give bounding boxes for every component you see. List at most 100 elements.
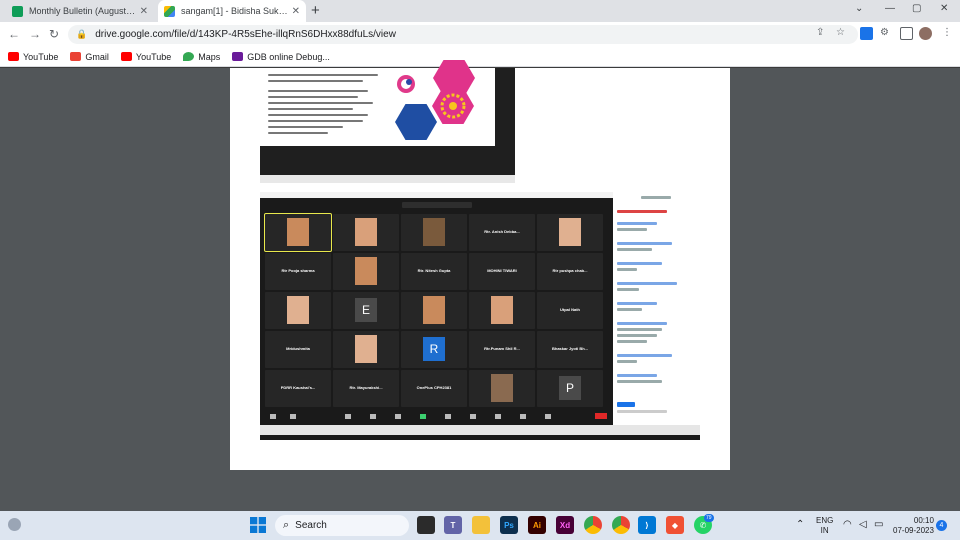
participant-name: Utpal Nath [560, 307, 580, 312]
bookmark-gmail[interactable]: Gmail [70, 52, 109, 62]
weather-icon[interactable] [8, 518, 21, 531]
participant-name: PDRR Kaushal's... [280, 385, 316, 390]
gdb-icon [232, 52, 244, 61]
language-indicator[interactable]: ENG IN [816, 516, 833, 536]
language-label: ENG [816, 516, 834, 525]
bookmark-youtube-2[interactable]: YouTube [120, 51, 172, 62]
reload-icon[interactable]: ↻ [49, 27, 59, 41]
embedded-screenshot-zoom-meeting: Rtr. Anish Debba... Rtr Pooja sharma Rtr. … [260, 192, 700, 440]
menu-icon[interactable]: ⋮ [942, 27, 952, 38]
close-window-icon[interactable]: ✕ [940, 3, 948, 14]
extension-icon[interactable] [860, 27, 873, 40]
participant-grid: Rtr. Anish Debba... Rtr Pooja sharma Rtr. … [264, 213, 609, 410]
volume-icon[interactable]: ◁ [859, 519, 867, 530]
back-icon[interactable]: ← [8, 27, 20, 41]
drive-icon [164, 5, 175, 17]
participant-tile [333, 331, 399, 368]
file-explorer-icon[interactable] [472, 516, 490, 534]
bookmark-star-icon[interactable]: ☆ [836, 27, 845, 38]
chrome-icon[interactable] [584, 516, 602, 534]
recording-banner [402, 202, 472, 208]
tab-monthly-bulletin[interactable]: Monthly Bulletin (August) (Respo ✕ [6, 0, 154, 22]
vscode-icon[interactable]: ⟩ [638, 516, 656, 534]
clock-date: 07-09-2023 [893, 526, 934, 535]
bookmark-maps[interactable]: Maps [183, 52, 220, 62]
bookmark-label: YouTube [23, 51, 59, 62]
participant-tile [265, 292, 331, 329]
blue-hexagon-icon [395, 104, 437, 140]
participant-name: Rtr.Punam Shil R... [484, 346, 520, 351]
participant-tile: Rtr. Mayurakshi... [333, 370, 399, 407]
participant-name: Rtr. Anish Debba... [484, 229, 520, 234]
avatar[interactable] [919, 27, 932, 40]
side-panel-icon[interactable] [900, 27, 913, 40]
youtube-icon [8, 52, 19, 61]
participant-video [423, 296, 445, 324]
clock-time: 00:10 [913, 516, 934, 525]
tab-sangam-doc[interactable]: sangam[1] - Bidisha Sukai.docx - ✕ [158, 0, 306, 22]
bookmark-gdb[interactable]: GDB online Debug... [232, 52, 330, 62]
document-page: Rtr. Anish Debba... Rtr Pooja sharma Rtr. … [230, 60, 730, 470]
participant-tile [333, 253, 399, 290]
participant-tile: Rtr Pooja sharma [265, 253, 331, 290]
battery-icon[interactable]: ▭ [874, 519, 883, 530]
share-icon[interactable]: ⇪ [816, 27, 824, 38]
participant-video [559, 218, 581, 246]
participant-tile [401, 292, 467, 329]
participant-name: Rtr Pooja sharma [281, 268, 315, 273]
new-tab-icon[interactable]: + [311, 2, 320, 19]
minimize-icon[interactable]: — [885, 3, 895, 14]
participant-video [355, 218, 377, 246]
adobe-xd-icon[interactable]: Xd [556, 516, 574, 534]
whatsapp-badge: 79 [704, 514, 714, 522]
forward-icon[interactable]: → [29, 27, 41, 41]
illustrator-icon[interactable]: Ai [528, 516, 546, 534]
taskbar-preview [260, 175, 515, 183]
participant-tile: E [333, 292, 399, 329]
bookmark-label: Gmail [85, 51, 109, 62]
bookmark-label: GDB online Debug... [247, 51, 330, 62]
git-icon[interactable]: ◆ [666, 516, 684, 534]
bookmark-label: Maps [198, 51, 221, 62]
maximize-icon[interactable]: ▢ [912, 3, 921, 14]
participant-video [423, 218, 445, 246]
participant-tile: OnePlus CPH2381 [401, 370, 467, 407]
embedded-screenshot-document [260, 60, 515, 183]
tab-search-icon[interactable]: ⌄ [855, 3, 863, 14]
participant-tile: P [537, 370, 603, 407]
chrome-profile-icon[interactable] [612, 516, 630, 534]
browser-toolbar: ← → ↻ 🔒 drive.google.com/file/d/143KP-4R… [0, 22, 960, 47]
notification-badge[interactable]: 4 [936, 520, 947, 531]
participant-name: OnePlus CPH2381 [416, 385, 452, 390]
participant-video [287, 296, 309, 324]
clock[interactable]: 00:10 07-09-2023 [893, 516, 934, 536]
participant-video [491, 374, 513, 402]
lock-icon[interactable]: 🔒 [76, 29, 87, 40]
participant-avatar: P [559, 376, 581, 400]
maps-icon [183, 52, 195, 61]
document-viewer[interactable]: Rtr. Anish Debba... Rtr Pooja sharma Rtr. … [0, 60, 960, 511]
participant-tile: Rtr. Anish Debba... [469, 214, 535, 251]
close-icon[interactable]: ✕ [140, 6, 148, 17]
windows-taskbar: ⌕ Search T Ps Ai Xd ⟩ ◆ ✆ 79 ⌃ ENG IN ◠ … [0, 511, 960, 540]
bookmark-label: YouTube [135, 51, 172, 62]
participant-tile: PDRR Kaushal's... [265, 370, 331, 407]
windows-start-icon[interactable] [250, 517, 266, 533]
address-bar[interactable]: 🔒 drive.google.com/file/d/143KP-4R5sEhe-… [68, 25, 858, 44]
close-icon[interactable]: ✕ [292, 6, 300, 17]
wifi-icon[interactable]: ◠ [843, 519, 852, 530]
taskbar-search[interactable]: ⌕ Search [275, 515, 409, 536]
bookmark-youtube[interactable]: YouTube [8, 52, 58, 62]
participant-name: Bhaskar Jyoti Bh... [551, 346, 588, 351]
puzzle-icon[interactable]: ⚙ [880, 27, 889, 38]
participant-name: Rtr. Nitesh Gupta [417, 268, 451, 273]
rotary-logo-icon [390, 70, 422, 100]
photoshop-icon[interactable]: Ps [500, 516, 518, 534]
chevron-up-icon[interactable]: ⌃ [796, 519, 804, 530]
participant-tile [401, 214, 467, 251]
teams-icon[interactable]: T [444, 516, 462, 534]
task-view-icon[interactable] [417, 516, 435, 534]
participant-avatar: E [355, 298, 377, 322]
search-icon: ⌕ [283, 519, 290, 531]
sheets-icon [12, 5, 23, 17]
